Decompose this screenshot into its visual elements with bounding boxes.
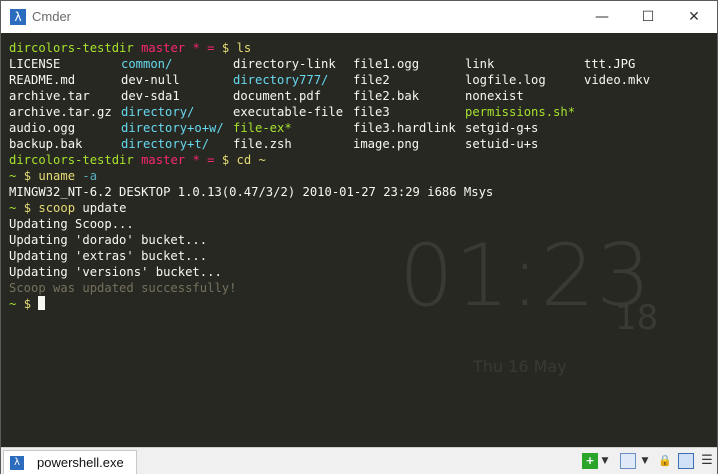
ls-entry: backup.bak — [9, 137, 83, 151]
prompt-branch: master * = — [141, 153, 215, 167]
maximize-button[interactable]: ☐ — [625, 1, 671, 33]
prompt-home: ~ — [9, 169, 17, 183]
prompt-dollar: $ — [221, 41, 230, 55]
lock-icon[interactable]: 🔒 — [657, 453, 673, 469]
prompt-dollar: $ — [221, 153, 230, 167]
minimize-button[interactable]: — — [579, 1, 625, 33]
menu-icon[interactable]: ☰ — [699, 453, 715, 469]
ls-entry: file-ex* — [233, 121, 292, 135]
ls-entry: README.md — [9, 73, 76, 87]
ls-entry: file1.ogg — [353, 57, 420, 71]
ls-entry: executable-file — [233, 105, 344, 119]
ls-entry: common/ — [121, 57, 173, 71]
scoop-output-line: Updating 'dorado' bucket... — [9, 233, 208, 247]
ls-entry: setuid-u+s — [465, 137, 539, 151]
prompt-home: ~ — [9, 201, 17, 215]
uname-output: MINGW32_NT-6.2 DESKTOP 1.0.13(0.47/3/2) … — [9, 185, 494, 199]
ls-entry: LICENSE — [9, 57, 61, 71]
command-text: scoop — [38, 201, 76, 215]
ls-entry: archive.tar.gz — [9, 105, 112, 119]
clock-seconds: 18 — [615, 298, 659, 338]
scoop-output-line: Updating 'versions' bucket... — [9, 265, 222, 279]
ls-entry: file2.bak — [353, 89, 420, 103]
ls-entry: file3.hardlink — [353, 121, 456, 135]
ls-entry: document.pdf — [233, 89, 322, 103]
ls-entry: setgid-g+s — [465, 121, 539, 135]
tab-label: powershell.exe — [37, 455, 124, 470]
scoop-output-line: Updating Scoop... — [9, 217, 134, 231]
ls-row: archive.tar.gz directory/ executable-fil… — [9, 104, 709, 120]
lambda-icon: λ — [10, 456, 24, 470]
title-bar[interactable]: λ Cmder — ☐ ✕ — [1, 1, 717, 33]
close-button[interactable]: ✕ — [671, 1, 717, 33]
text-cursor — [38, 296, 46, 310]
ls-entry: directory+t/ — [121, 137, 210, 151]
ls-entry: dev-sda1 — [121, 89, 180, 103]
ls-row: audio.ogg directory+o+w/ file-ex* file3.… — [9, 120, 709, 136]
ls-entry: directory777/ — [233, 73, 329, 87]
ls-entry: directory/ — [121, 105, 195, 119]
command-arg: update — [82, 201, 127, 215]
prompt-path: dircolors-testdir — [9, 41, 134, 55]
ls-row: LICENSE common/ directory-link file1.ogg… — [9, 56, 709, 72]
ls-entry: archive.tar — [9, 89, 90, 103]
ls-entry: video.mkv — [584, 73, 651, 87]
prompt-path: dircolors-testdir — [9, 153, 134, 167]
chevron-down-icon[interactable]: ▼ — [640, 453, 650, 469]
ls-entry: link — [465, 57, 495, 71]
command-text: uname — [38, 169, 76, 183]
tab-powershell[interactable]: λ powershell.exe — [3, 450, 137, 474]
status-bar: λ powershell.exe + ▼ ▼ 🔒 ☰ — [1, 447, 717, 474]
ls-entry: logfile.log — [465, 73, 546, 87]
prompt-line: dircolors-testdir master * = $ ls — [9, 40, 251, 56]
ls-entry: file3 — [353, 105, 390, 119]
command-flag: -a — [82, 169, 98, 183]
terminal-pane[interactable]: 01:23 18 Thu 16 May dircolors-testdir ma… — [1, 33, 717, 447]
scoop-success-message: Scoop was updated successfully! — [9, 281, 237, 295]
cmder-window: λ Cmder — ☐ ✕ 01:23 18 Thu 16 May dircol… — [0, 0, 718, 474]
command-text: cd ~ — [236, 153, 266, 167]
ls-row: README.md dev-null directory777/ file2 l… — [9, 72, 709, 88]
prompt-dollar: $ — [23, 201, 32, 215]
ls-entry: file2 — [353, 73, 390, 87]
chevron-down-icon[interactable]: ▼ — [600, 453, 610, 469]
ls-entry: directory+o+w/ — [121, 121, 224, 135]
current-prompt[interactable]: ~ $ — [9, 296, 46, 312]
layout-icon[interactable] — [620, 453, 636, 469]
prompt-dollar: $ — [23, 297, 32, 311]
prompt-dollar: $ — [23, 169, 32, 183]
ls-entry: nonexist — [465, 89, 524, 103]
prompt-line: ~ $ scoop update — [9, 200, 126, 216]
prompt-branch: master * = — [141, 41, 215, 55]
ls-entry: audio.ogg — [9, 121, 76, 135]
prompt-home: ~ — [9, 297, 17, 311]
ls-entry: dev-null — [121, 73, 180, 87]
ls-entry: image.png — [353, 137, 420, 151]
clock-time: 01:23 — [399, 226, 652, 326]
command-text: ls — [236, 41, 252, 55]
clock-date: Thu 16 May — [473, 357, 567, 376]
window-title: Cmder — [32, 9, 72, 24]
split-view-icon[interactable] — [678, 453, 694, 469]
ls-entry: file.zsh — [233, 137, 292, 151]
ls-row: backup.bak directory+t/ file.zsh image.p… — [9, 136, 709, 152]
ls-row: archive.tar dev-sda1 document.pdf file2.… — [9, 88, 709, 104]
prompt-line: dircolors-testdir master * = $ cd ~ — [9, 152, 266, 168]
ls-entry: ttt.JPG — [584, 57, 636, 71]
lambda-icon: λ — [10, 9, 26, 25]
prompt-line: ~ $ uname -a — [9, 168, 97, 184]
scoop-output-line: Updating 'extras' bucket... — [9, 249, 208, 263]
add-console-icon[interactable]: + — [582, 453, 598, 469]
ls-entry: directory-link — [233, 57, 336, 71]
ls-entry: permissions.sh* — [465, 105, 576, 119]
